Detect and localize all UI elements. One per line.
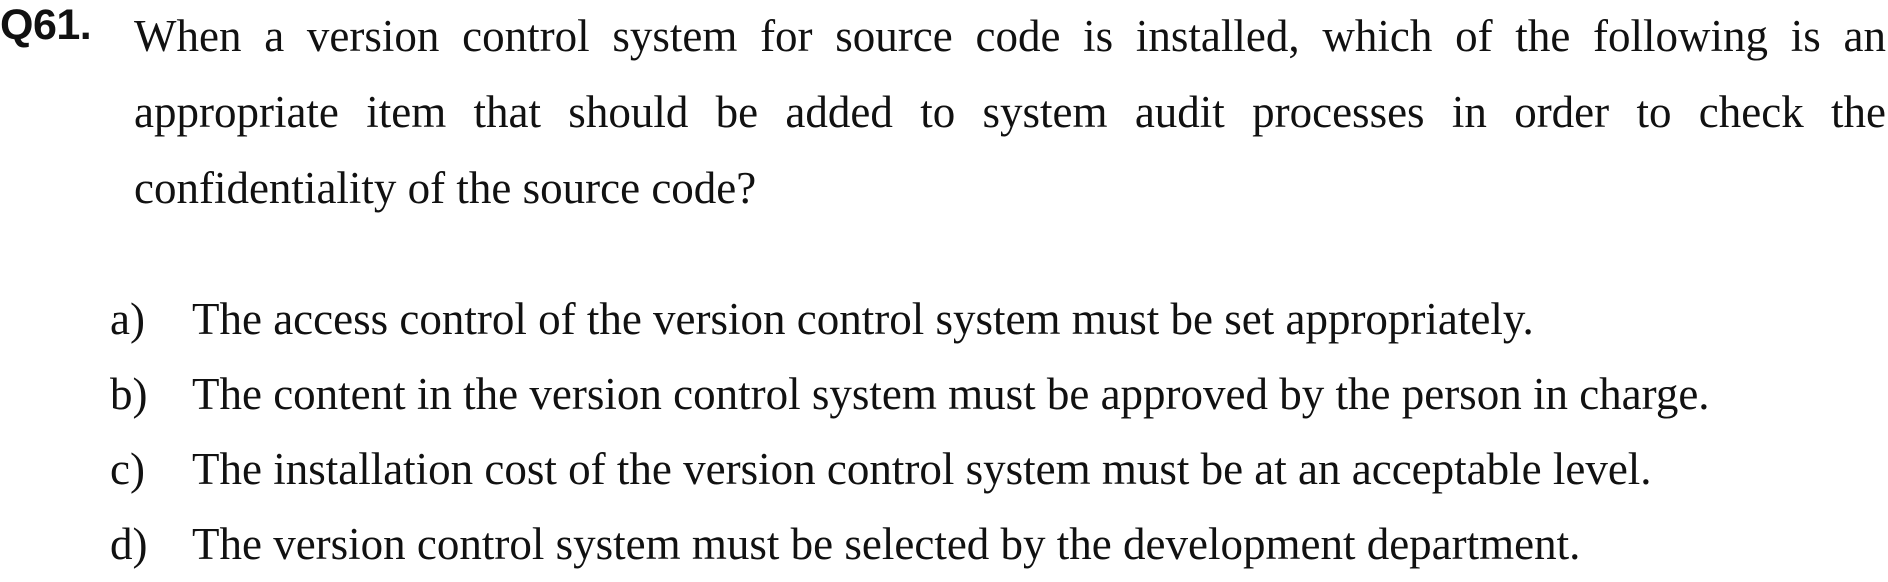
option-letter: d) xyxy=(110,519,148,569)
option-c: c) The installation cost of the version … xyxy=(0,432,1888,507)
option-text: The installation cost of the version con… xyxy=(192,444,1652,494)
option-letter: a) xyxy=(110,294,145,344)
option-text: The access control of the version contro… xyxy=(192,294,1534,344)
option-letter: b) xyxy=(110,369,148,419)
option-text: The version control system must be selec… xyxy=(192,519,1581,569)
option-text: The content in the version control syste… xyxy=(192,369,1710,419)
option-a: a) The access control of the version con… xyxy=(0,282,1888,357)
option-d: d) The version control system must be se… xyxy=(0,507,1888,582)
question-stem: When a version control system for source… xyxy=(134,11,1886,213)
option-b: b) The content in the version control sy… xyxy=(0,357,1888,432)
option-letter: c) xyxy=(110,444,145,494)
answer-options: a) The access control of the version con… xyxy=(0,282,1888,582)
question-number: Q61. xyxy=(0,1,92,49)
